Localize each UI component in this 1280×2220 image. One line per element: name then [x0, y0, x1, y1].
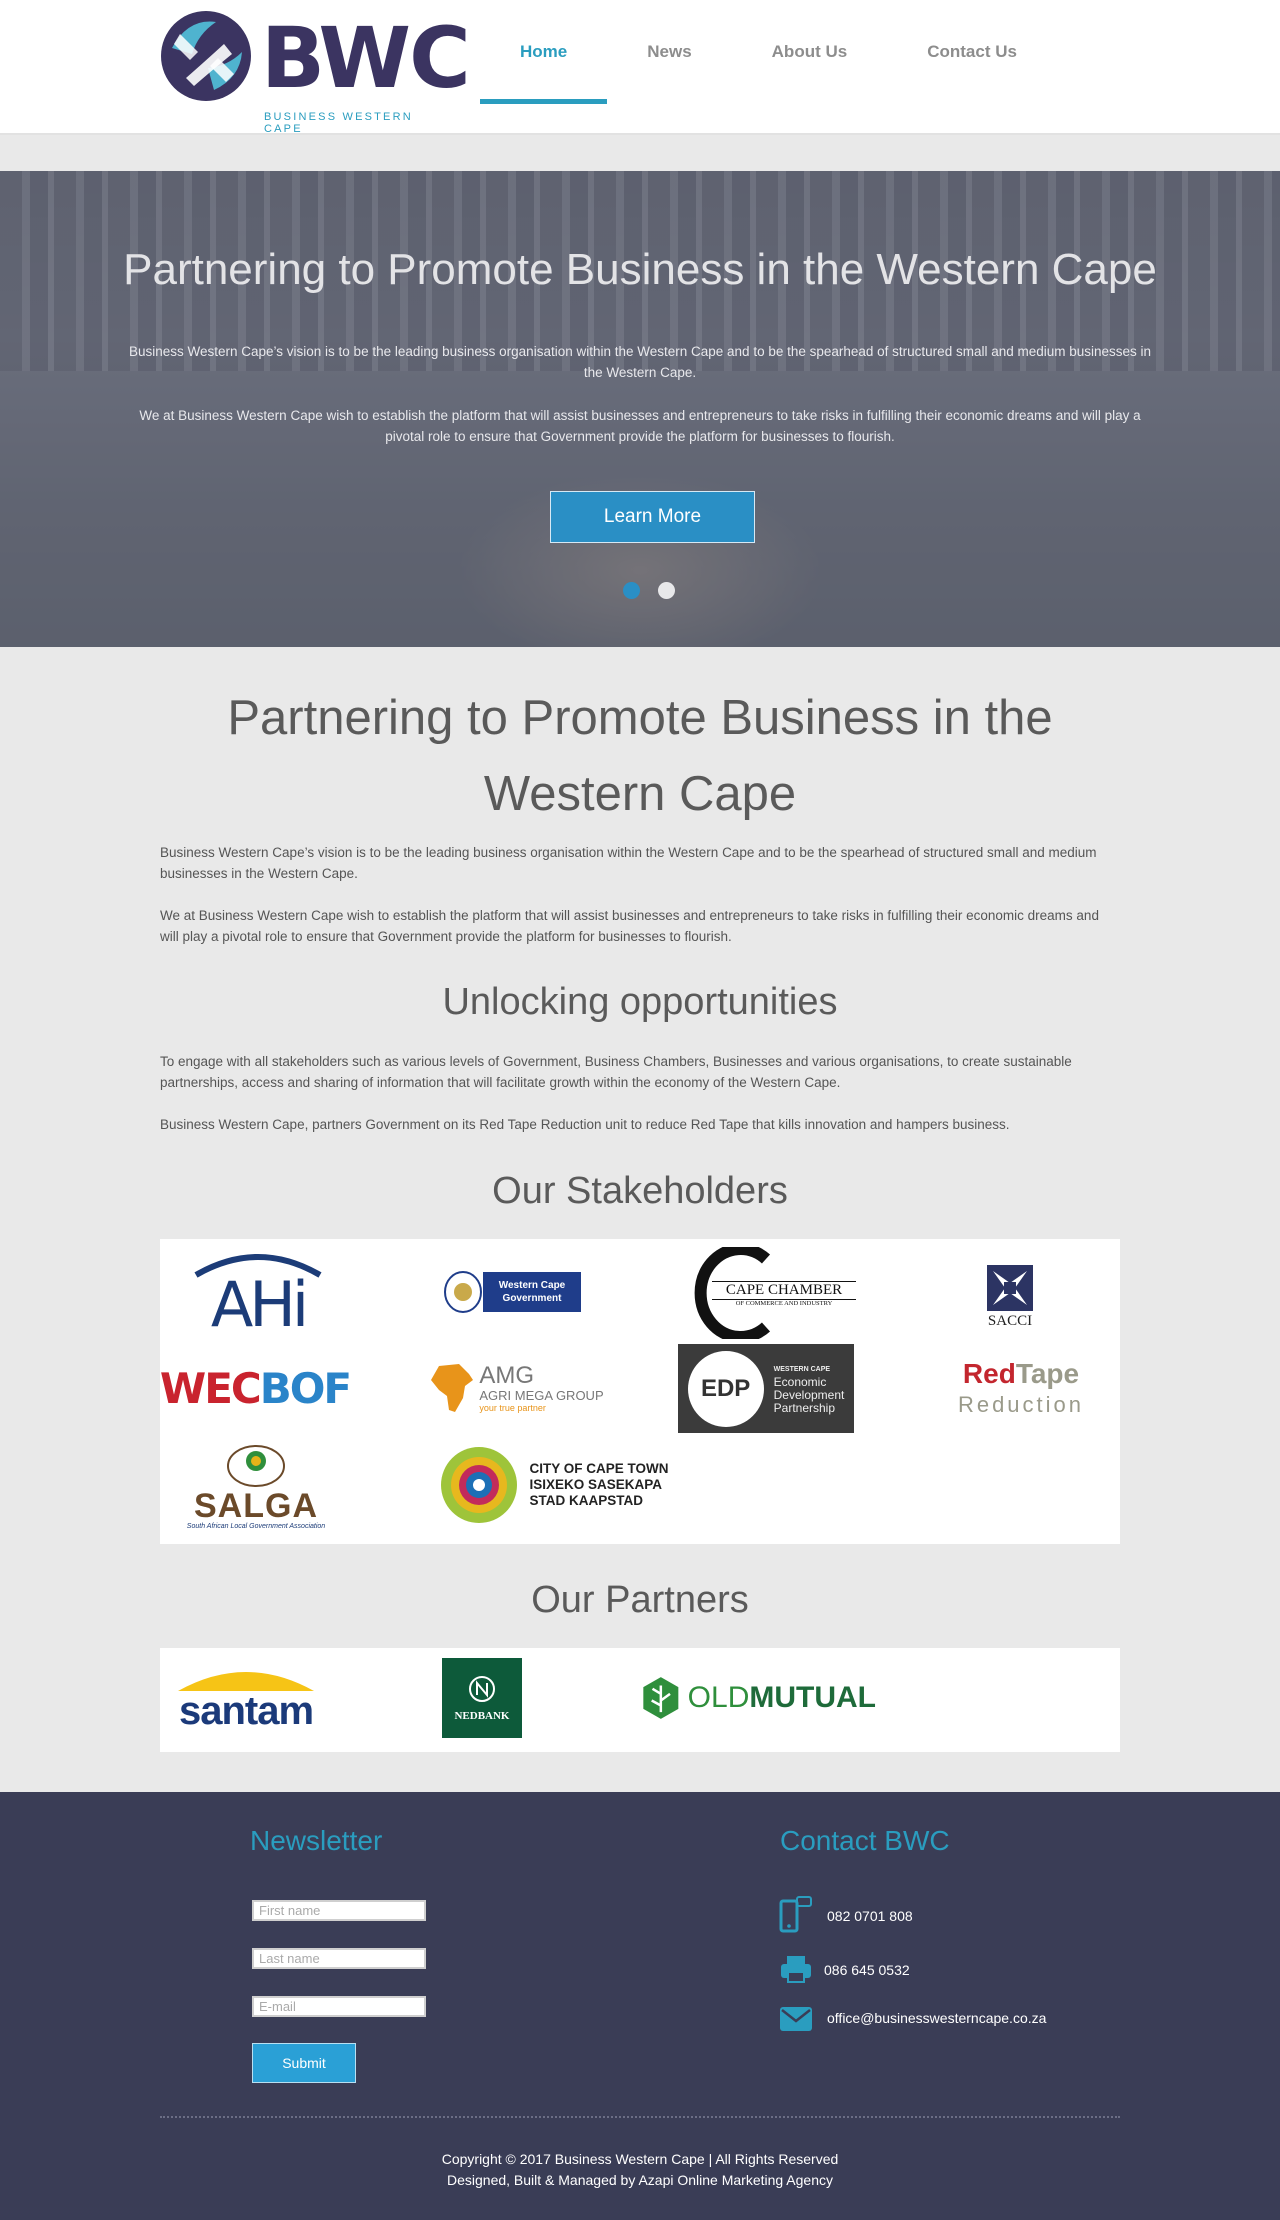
edp-line-4: Partnership — [773, 1400, 836, 1415]
newsletter-title: Newsletter — [250, 1825, 383, 1856]
mobile-phone-icon — [779, 1896, 812, 1933]
fax-icon — [781, 1956, 811, 1983]
opportunities-paragraph-2: Business Western Cape, partners Governme… — [160, 1117, 1010, 1132]
salga-logo[interactable]: SALGA South African Local Government Ass… — [170, 1439, 342, 1533]
opportunities-paragraph-1: To engage with all stakeholders such as … — [160, 1054, 1072, 1090]
sacci-logo-text: SACCI — [987, 1312, 1033, 1329]
wecbof-text-bof: BOF — [259, 1363, 352, 1413]
credits-text[interactable]: Designed, Built & Managed by Azapi Onlin… — [0, 2172, 1280, 2188]
cape-chamber-subtitle: OF COMMERCE AND INDUSTRY — [735, 1300, 833, 1307]
cape-chamber-logo[interactable]: CAPE CHAMBER OF COMMERCE AND INDUSTRY — [686, 1247, 856, 1339]
edp-line-1: WESTERN CAPE — [773, 1365, 831, 1373]
logo-wordmark: BWC — [261, 9, 471, 107]
hero-title: Partnering to Promote Business in the We… — [123, 245, 1157, 294]
email-input[interactable] — [252, 1996, 426, 2017]
city-of-cape-town-logo[interactable]: CITY OF CAPE TOWN ISIXEKO SASEKAPA STAD … — [432, 1443, 676, 1527]
santam-logo[interactable]: santam — [170, 1662, 322, 1736]
western-cape-government-logo[interactable]: Western Cape Government — [442, 1269, 582, 1315]
edp-logo-text: EDP — [700, 1374, 751, 1402]
intro-paragraph-2: We at Business Western Cape wish to esta… — [160, 908, 1099, 944]
ahi-arc-icon — [194, 1254, 322, 1278]
salga-subtitle: South African Local Government Associati… — [186, 1522, 326, 1530]
amg-title: AMG — [479, 1361, 535, 1389]
old-mutual-text-old: OLD — [687, 1681, 750, 1714]
bwc-logo-mark-icon — [161, 11, 251, 101]
nav-contact-us[interactable]: Contact Us — [887, 0, 1057, 104]
stakeholders-title: Our Stakeholders — [492, 1170, 788, 1212]
salga-logo-text: SALGA — [194, 1486, 318, 1525]
wecbof-logo[interactable]: WEC BOF — [160, 1357, 352, 1419]
coat-of-arms-icon — [444, 1271, 482, 1313]
wcg-logo-text: Western Cape Government — [483, 1272, 581, 1312]
slider-dot-1[interactable] — [623, 582, 640, 599]
redtape-red: Red — [962, 1357, 1016, 1389]
footer-divider — [160, 2116, 1120, 2118]
intro-title: Partnering to Promote Business in the We… — [227, 691, 1053, 821]
nedbank-emblem-icon — [469, 1676, 495, 1702]
amg-subtitle: AGRI MEGA GROUP — [479, 1387, 604, 1403]
edp-circle-icon: EDP — [687, 1350, 764, 1427]
old-mutual-logo[interactable]: OLD MUTUAL — [640, 1668, 876, 1728]
nav-news[interactable]: News — [607, 0, 731, 104]
submit-button[interactable]: Submit — [252, 2043, 356, 2083]
redtape-reduction: Reduction — [957, 1391, 1085, 1417]
edp-line-3: Development — [773, 1387, 845, 1402]
nedbank-logo-text: NEDBANK — [454, 1710, 510, 1722]
slider-dot-2[interactable] — [658, 582, 675, 599]
sacci-emblem-icon — [987, 1264, 1033, 1311]
old-mutual-tree-icon — [643, 1677, 679, 1719]
old-mutual-text-mutual: MUTUAL — [749, 1681, 876, 1714]
last-name-input[interactable] — [252, 1948, 426, 1969]
learn-more-button[interactable]: Learn More — [550, 491, 755, 543]
edp-logo[interactable]: EDP WESTERN CAPE Economic Development Pa… — [678, 1344, 854, 1433]
amg-logo[interactable]: AMG AGRI MEGA GROUP your true partner — [424, 1357, 609, 1419]
santam-umbrella-icon — [178, 1672, 314, 1691]
cct-line-3: STAD KAAPSTAD — [529, 1493, 643, 1508]
redtape-tape: Tape — [1015, 1357, 1080, 1389]
hero-paragraph-1: Business Western Cape’s vision is to be … — [128, 344, 1152, 380]
nedbank-logo[interactable]: NEDBANK — [442, 1658, 522, 1738]
email-address[interactable]: office@businesswesterncape.co.za — [827, 2010, 1046, 2026]
sacci-logo[interactable]: SACCI — [970, 1257, 1050, 1335]
africa-map-icon — [431, 1364, 474, 1412]
copyright-text: Copyright © 2017 Business Western Cape |… — [441, 2151, 839, 2167]
hero-slider: Partnering to Promote Business in the We… — [0, 171, 1280, 647]
bwc-logo[interactable]: BWC BUSINESS WESTERN CAPE — [158, 8, 471, 135]
partners-title: Our Partners — [531, 1579, 749, 1621]
fax-number[interactable]: 086 645 0532 — [824, 1962, 910, 1978]
ahi-logo[interactable]: AHi — [188, 1247, 328, 1341]
hero-paragraph-2: We at Business Western Cape wish to esta… — [139, 408, 1141, 444]
contact-title: Contact BWC — [780, 1825, 950, 1856]
intro-paragraph-1: Business Western Cape’s vision is to be … — [160, 845, 1097, 881]
cct-emblem-icon — [441, 1447, 518, 1523]
cct-line-2: ISIXEKO SASEKAPA — [529, 1477, 663, 1492]
red-tape-reduction-logo[interactable]: RedTape Reduction — [946, 1357, 1096, 1419]
logo-tagline: BUSINESS WESTERN CAPE — [264, 111, 413, 135]
partners-logo-row: santam NEDBANK OLD MUTUAL — [160, 1648, 1120, 1752]
site-header: BWC BUSINESS WESTERN CAPE Home News Abou… — [0, 0, 1280, 135]
wecbof-text-wec: WEC — [159, 1363, 262, 1413]
phone-number[interactable]: 082 0701 808 — [827, 1908, 913, 1924]
stakeholders-logo-grid: AHi Western Cape Government CAPE CHAMBER… — [160, 1239, 1120, 1544]
mail-icon — [780, 2007, 812, 2031]
main-nav: Home News About Us Contact Us — [480, 0, 1057, 104]
nav-home[interactable]: Home — [480, 0, 608, 104]
cape-chamber-title: CAPE CHAMBER — [712, 1281, 856, 1300]
opportunities-title: Unlocking opportunities — [442, 981, 838, 1023]
edp-line-2: Economic — [773, 1374, 827, 1389]
santam-logo-text: santam — [178, 1689, 314, 1733]
nav-about-us[interactable]: About Us — [732, 0, 888, 104]
cct-line-1: CITY OF CAPE TOWN — [529, 1461, 669, 1476]
first-name-input[interactable] — [252, 1900, 426, 1921]
amg-tagline: your true partner — [479, 1402, 546, 1413]
salga-emblem-icon — [227, 1444, 285, 1487]
